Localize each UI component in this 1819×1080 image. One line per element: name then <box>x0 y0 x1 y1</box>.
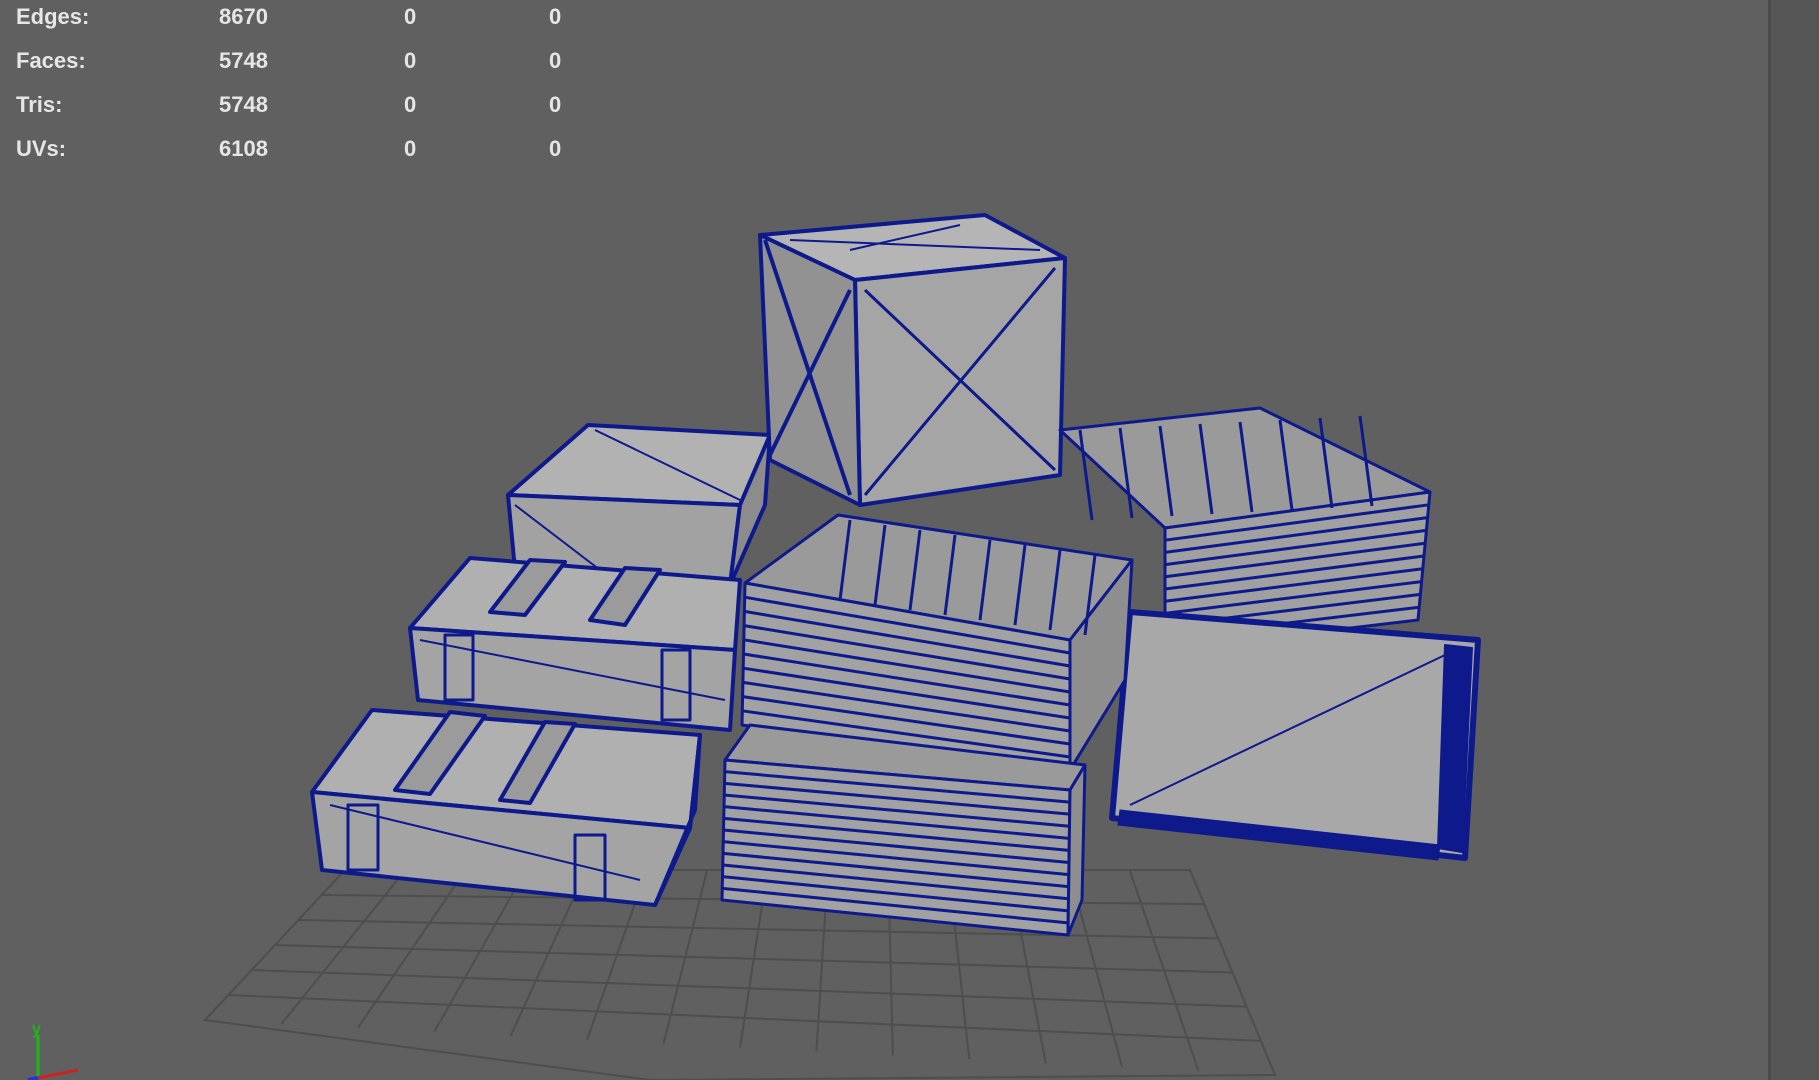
crate-long-front-left[interactable] <box>310 708 702 907</box>
crate-panel-right[interactable] <box>1109 609 1481 861</box>
axis-gizmo-icon: y <box>27 1021 79 1080</box>
axis-y-label: y <box>32 1021 41 1038</box>
grid-line <box>274 944 1233 974</box>
side-panel-edge[interactable] <box>1768 0 1819 1080</box>
crate-long-middle-left[interactable] <box>408 556 742 732</box>
crate-x-top[interactable] <box>758 213 1067 507</box>
viewport-3d[interactable]: Edges: 8670 0 0 Faces: 5748 0 0 Tris: 57… <box>0 0 1768 1080</box>
crate-scene[interactable] <box>0 0 1768 1080</box>
